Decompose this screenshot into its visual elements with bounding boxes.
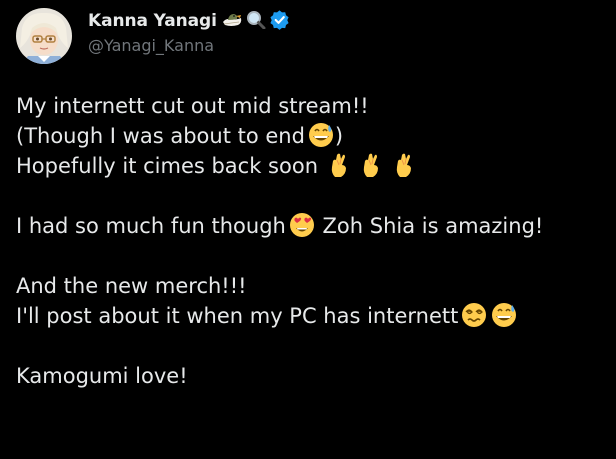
grinning-sweat-emoji-icon xyxy=(490,301,518,337)
tweet-text: My internett cut out mid stream!! (Thoug… xyxy=(16,91,606,391)
tweet-line: (Though I was about to end ) xyxy=(16,121,606,151)
avatar-image xyxy=(16,8,72,64)
avatar[interactable] xyxy=(16,8,72,64)
tweet: Kanna Yanagi @Yanagi_Kanna My internett … xyxy=(0,0,616,459)
tweet-line: I had so much fun though Zoh Shia is ama… xyxy=(16,211,606,241)
crossed-fingers-emoji-icon xyxy=(327,151,351,187)
author-block: Kanna Yanagi @Yanagi_Kanna xyxy=(88,9,290,55)
handle[interactable]: @Yanagi_Kanna xyxy=(88,36,290,55)
tweet-line: I'll post about it when my PC has intern… xyxy=(16,301,606,331)
tweet-line: And the new merch!!! xyxy=(16,274,247,298)
duck-emoji-icon xyxy=(221,9,245,33)
heart-eyes-emoji-icon xyxy=(288,211,316,247)
tweet-line: My internett cut out mid stream!! xyxy=(16,94,369,118)
tweet-line: Kamogumi love! xyxy=(16,364,188,388)
tweet-line: Hopefully it cimes back soon xyxy=(16,151,606,181)
crossed-fingers-emoji-icon xyxy=(359,151,383,187)
name-row: Kanna Yanagi xyxy=(88,9,290,34)
verified-icon[interactable] xyxy=(269,9,290,34)
dizzy-face-emoji-icon xyxy=(460,301,488,337)
display-name[interactable]: Kanna Yanagi xyxy=(88,11,217,31)
magnifier-emoji-icon xyxy=(245,9,267,33)
crossed-fingers-emoji-icon xyxy=(392,151,416,187)
